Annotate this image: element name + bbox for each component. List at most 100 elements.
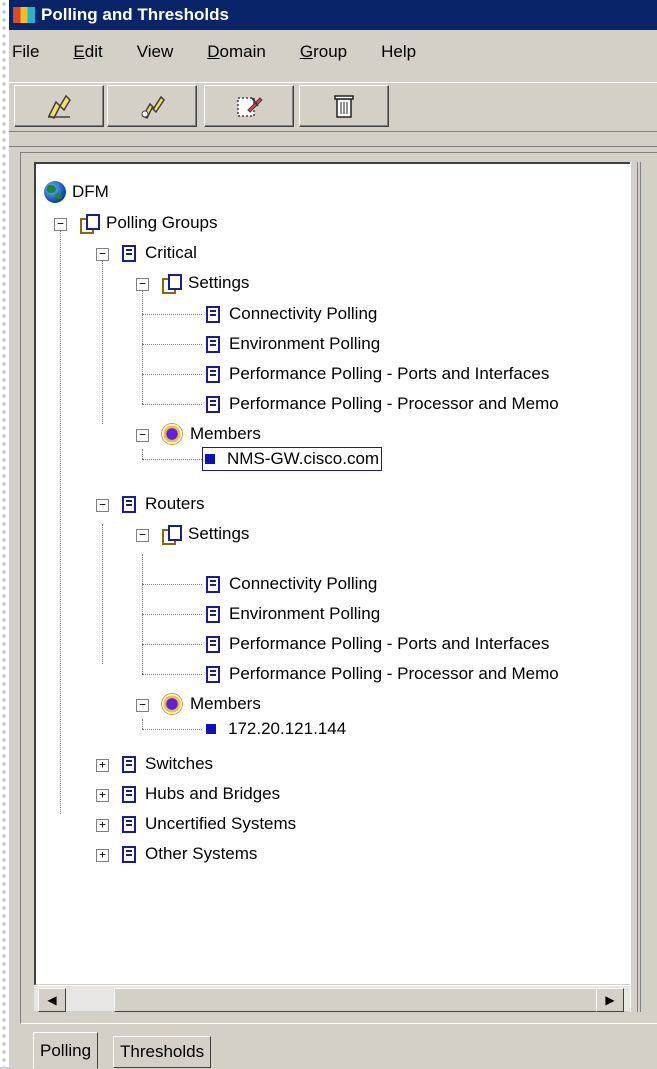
collapse-icon[interactable]: −: [136, 699, 149, 712]
tree-label: Environment Polling: [229, 604, 381, 623]
tree-label: Performance Polling - Processor and Memo: [229, 394, 559, 413]
tree-node-other-systems[interactable]: Other Systems: [122, 839, 257, 869]
tab-polling[interactable]: Polling: [33, 1032, 99, 1069]
tree-label: Environment Polling: [229, 334, 381, 353]
document-icon: [206, 305, 220, 323]
document-icon: [122, 244, 136, 262]
tree-connector: [142, 719, 143, 729]
tree-node-performance-ports[interactable]: Performance Polling - Ports and Interfac…: [206, 359, 549, 389]
tree-label: Members: [190, 694, 261, 713]
expand-icon[interactable]: +: [96, 789, 109, 802]
tree-connector: [142, 449, 143, 459]
tree-node-172-20-121-144[interactable]: 172.20.121.144: [206, 714, 346, 744]
pane-splitter[interactable]: [630, 162, 638, 1012]
menu-edit[interactable]: Edit: [73, 42, 102, 62]
collapse-icon[interactable]: −: [136, 529, 149, 542]
tree-node-routers[interactable]: Routers: [122, 489, 205, 519]
collapse-icon[interactable]: −: [96, 499, 109, 512]
tree-label: Hubs and Bridges: [145, 784, 281, 803]
expand-icon[interactable]: +: [96, 759, 109, 772]
tree-connector: [102, 524, 103, 664]
collapse-icon[interactable]: −: [136, 278, 149, 291]
tree-connector: [142, 584, 202, 585]
scroll-thumb[interactable]: [114, 988, 610, 1012]
tree-node-polling-groups[interactable]: Polling Groups: [80, 208, 218, 238]
tree-node-routers-settings[interactable]: Settings: [162, 519, 249, 549]
tree-label: Connectivity Polling: [229, 574, 378, 593]
collapse-icon[interactable]: −: [96, 248, 109, 261]
tree-label: Switches: [145, 754, 214, 773]
document-icon: [122, 495, 136, 513]
document-icon: [206, 605, 220, 623]
polling-settings-button[interactable]: [14, 85, 104, 127]
tree-connector: [142, 344, 202, 345]
document-icon: [206, 665, 220, 683]
selected-node[interactable]: NMS-GW.cisco.com: [202, 447, 383, 471]
delete-button[interactable]: [299, 85, 389, 127]
device-icon: [205, 454, 215, 464]
document-icon: [206, 365, 220, 383]
tree-node-nms-gw[interactable]: NMS-GW.cisco.com: [202, 444, 383, 474]
tree-connector: [60, 224, 61, 814]
document-icon: [206, 395, 220, 413]
expand-icon[interactable]: +: [96, 849, 109, 862]
document-icon: [122, 785, 136, 803]
document-icon: [206, 335, 220, 353]
document-icon: [122, 755, 136, 773]
tree-node-environment-polling[interactable]: Environment Polling: [206, 329, 380, 359]
tree-view[interactable]: DFM − Polling Groups − Critical − Settin…: [34, 162, 632, 986]
tree-node-performance-processor[interactable]: Performance Polling - Processor and Memo: [206, 389, 559, 419]
tree-label: 172.20.121.144: [228, 719, 347, 738]
tree-node-connectivity-polling[interactable]: Connectivity Polling: [206, 569, 377, 599]
tree-node-critical-settings[interactable]: Settings: [162, 268, 249, 298]
tree-node-hubs-and-bridges[interactable]: Hubs and Bridges: [122, 779, 280, 809]
tree-node-critical[interactable]: Critical: [122, 238, 197, 268]
tree-label: Critical: [145, 243, 197, 262]
document-icon: [206, 575, 220, 593]
tree-node-performance-processor[interactable]: Performance Polling - Processor and Memo: [206, 659, 559, 689]
tree-node-environment-polling[interactable]: Environment Polling: [206, 599, 380, 629]
window-edge-perforation: [0, 0, 9, 1067]
menu-file[interactable]: File: [12, 42, 39, 62]
arrow-right-icon: ▶: [605, 993, 615, 1007]
menu-help[interactable]: Help: [381, 42, 416, 62]
tree-connector: [142, 404, 202, 405]
tree-connector: [142, 374, 202, 375]
tree-connector: [142, 674, 202, 675]
tree-label: Members: [190, 424, 261, 443]
tab-thresholds[interactable]: Thresholds: [113, 1036, 212, 1068]
menu-group[interactable]: Group: [300, 42, 347, 62]
tree-connector: [142, 459, 202, 460]
edit-group-icon: [237, 97, 263, 117]
splitter-bar[interactable]: [9, 132, 657, 147]
menu-domain[interactable]: Domain: [207, 42, 266, 62]
tree-node-performance-ports[interactable]: Performance Polling - Ports and Interfac…: [206, 629, 549, 659]
document-group-icon: [162, 274, 182, 294]
toolbar: [9, 82, 657, 132]
scroll-left-button[interactable]: ◀: [38, 988, 66, 1012]
tree-node-uncertified-systems[interactable]: Uncertified Systems: [122, 809, 296, 839]
scroll-right-button[interactable]: ▶: [596, 988, 624, 1012]
tree-node-dfm[interactable]: DFM: [44, 177, 109, 207]
tree-node-switches[interactable]: Switches: [122, 749, 213, 779]
tree-node-connectivity-polling[interactable]: Connectivity Polling: [206, 299, 377, 329]
horizontal-scrollbar[interactable]: ◀ ▶: [34, 985, 630, 1012]
tree-label: Polling Groups: [106, 213, 218, 232]
tree-connector: [142, 729, 202, 730]
edit-settings-button[interactable]: [107, 85, 197, 127]
tree-connector: [102, 254, 103, 424]
tree-label: NMS-GW.cisco.com: [227, 449, 380, 468]
collapse-icon[interactable]: −: [54, 218, 67, 231]
collapse-icon[interactable]: −: [136, 429, 149, 442]
tree-connector: [142, 614, 202, 615]
edit-group-button[interactable]: [204, 85, 294, 127]
members-icon: [162, 424, 182, 444]
tree-label: Connectivity Polling: [229, 304, 378, 323]
document-group-icon: [162, 525, 182, 545]
tree-label: Settings: [188, 524, 250, 543]
menu-view[interactable]: View: [137, 42, 174, 62]
polling-settings-icon: [47, 94, 71, 119]
right-pane: [640, 162, 657, 1012]
expand-icon[interactable]: +: [96, 819, 109, 832]
document-group-icon: [80, 214, 100, 234]
